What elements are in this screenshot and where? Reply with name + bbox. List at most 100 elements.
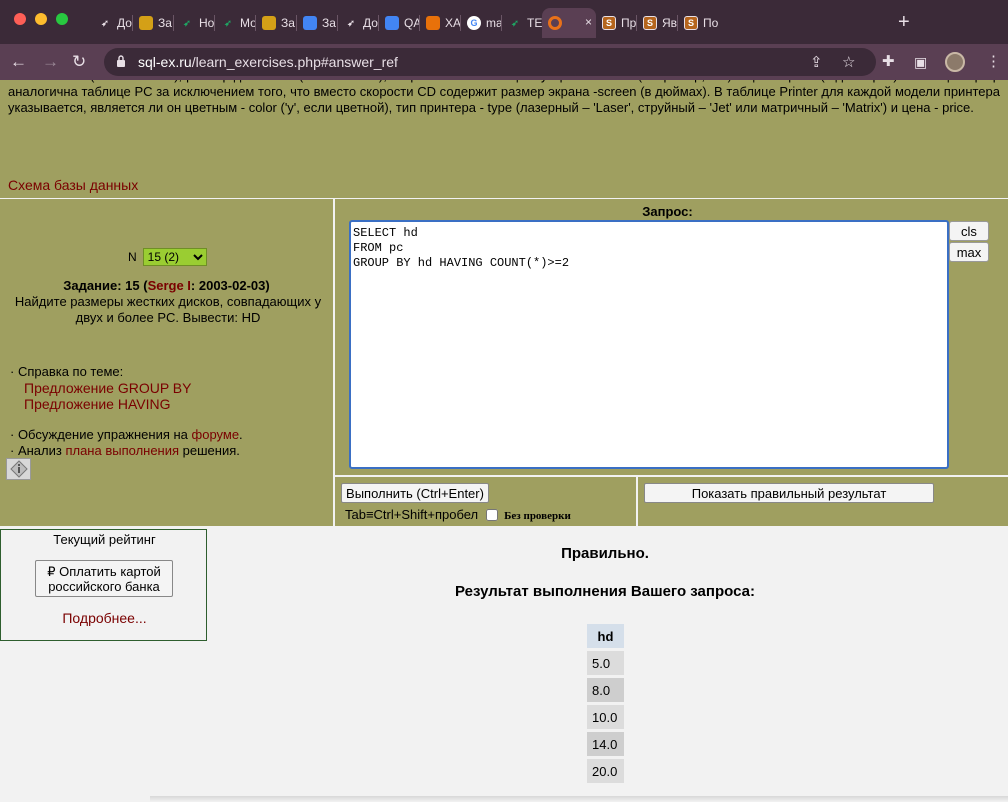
no-check-checkbox[interactable] [486, 508, 499, 521]
clear-button[interactable]: cls [949, 221, 989, 241]
browser-tab-label: За [158, 16, 172, 30]
result-table: hd 5.0 8.0 10.0 14.0 20.0 [587, 621, 624, 786]
close-window-button[interactable] [14, 13, 26, 25]
plan-prefix: · Анализ [10, 443, 66, 458]
browser-tab[interactable]: За [256, 8, 296, 38]
show-correct-result-button[interactable]: Показать правильный результат [644, 483, 934, 503]
browser-tab[interactable]: ➶ До [92, 8, 132, 38]
url-text: sql-ex.ru/learn_exercises.php#answer_ref [138, 54, 398, 70]
execute-panel: Выполнить (Ctrl+Enter) Tab≡Ctrl+Shift+пр… [335, 477, 636, 526]
browser-tab[interactable]: S По [678, 8, 718, 38]
browser-tab-bar: ➶ До За ➶ Но ➶ Мо За За ➶ До QA ХА Gma ➶ ТЕ × S Пр S Яв S По + [0, 0, 1008, 44]
browser-tab[interactable]: × [542, 8, 596, 38]
task-title-prefix: Задание: 15 ( [63, 278, 148, 293]
browser-tab[interactable]: ➶ Но [174, 8, 214, 38]
maximize-editor-button[interactable]: max [949, 242, 989, 262]
bookmark-star-icon[interactable]: ☆ [842, 53, 855, 71]
database-description: памяти - ram (в мегабайтах), размер диск… [8, 80, 1000, 115]
exercise-number-select[interactable]: 15 (2) [142, 248, 207, 266]
google-icon: G [467, 16, 481, 30]
lock-icon [117, 55, 125, 67]
classroom-icon [139, 16, 153, 30]
help-link-group-by[interactable]: Предложение GROUP BY [10, 380, 191, 396]
browser-tab-label: Пр [621, 16, 636, 30]
browser-tab-label: ХА [445, 16, 460, 30]
browser-tab[interactable]: За [133, 8, 173, 38]
browser-tab-label: ma [486, 16, 501, 30]
table-cell: 14.0 [587, 732, 624, 756]
browser-tab[interactable]: За [297, 8, 337, 38]
schema-link[interactable]: Схема базы данных [8, 177, 138, 193]
task-description-panel: памяти - ram (в мегабайтах), размер диск… [0, 80, 1008, 198]
tab-strip: ➶ До За ➶ Но ➶ Мо За За ➶ До QA ХА Gma ➶ ТЕ × S Пр S Яв S По [92, 8, 718, 38]
close-tab-icon[interactable]: × [585, 15, 592, 29]
minimize-window-button[interactable] [35, 13, 47, 25]
browser-tab[interactable]: ХА [420, 8, 460, 38]
table-cell: 10.0 [587, 705, 624, 729]
maximize-window-button[interactable] [56, 13, 68, 25]
back-icon[interactable]: ← [10, 52, 27, 72]
plan-line: · Анализ плана выполнения решения. [10, 443, 243, 459]
exercise-selector: N 15 (2) [128, 248, 207, 266]
sidebar-icon[interactable]: ▣ [914, 52, 927, 72]
browser-tab-label: За [322, 16, 336, 30]
sql-query-editor[interactable] [349, 220, 949, 469]
target-icon [548, 16, 562, 30]
browser-tab-label: До [117, 16, 132, 30]
forum-suffix: . [239, 427, 243, 442]
browser-tab[interactable]: QA [379, 8, 419, 38]
feather-icon: ➶ [101, 17, 109, 28]
drive-icon [385, 16, 399, 30]
browser-tab[interactable]: ➶ ТЕ [502, 8, 542, 38]
drive-icon [303, 16, 317, 30]
no-check-label: Без проверки [504, 510, 571, 522]
browser-tab-label: Но [199, 16, 214, 30]
browser-tab[interactable]: S Яв [637, 8, 677, 38]
forum-link[interactable]: форуме [192, 427, 240, 442]
task-author-link[interactable]: Serge I [148, 278, 191, 293]
reload-icon[interactable]: ↻ [72, 52, 86, 72]
table-row: 8.0 [587, 678, 624, 702]
plan-suffix: решения. [179, 443, 240, 458]
task-panel: N 15 (2) Задание: 15 (Serge I: 2003-02-0… [0, 199, 333, 526]
new-tab-button[interactable]: + [898, 12, 910, 32]
help-label: · Справка по теме: [10, 364, 124, 379]
browser-tab[interactable]: ➶ До [338, 8, 378, 38]
diamond-icon [426, 16, 440, 30]
plan-link[interactable]: плана выполнения [65, 443, 179, 458]
task-title-suffix: : 2003-02-03) [190, 278, 270, 293]
result-title: Результат выполнения Вашего запроса: [455, 583, 755, 600]
s-icon: S [643, 16, 657, 30]
browser-tab[interactable]: ➶ Мо [215, 8, 255, 38]
query-label: Запрос: [642, 204, 693, 219]
menu-kebab-icon[interactable]: ⋮ [986, 52, 1001, 72]
s-icon: S [684, 16, 698, 30]
query-panel: Запрос: cls max [335, 199, 1008, 475]
profile-avatar[interactable] [945, 52, 965, 72]
result-column-header: hd [587, 624, 624, 648]
classroom-icon [262, 16, 276, 30]
forum-line: · Обсуждение упражнения на форуме. [10, 427, 243, 443]
table-row: 5.0 [587, 651, 624, 675]
info-button[interactable] [6, 458, 31, 480]
feather-icon: ➶ [511, 17, 519, 28]
table-cell: 8.0 [587, 678, 624, 702]
forum-prefix: · Обсуждение упражнения на [10, 427, 192, 442]
task-text: Найдите размеры жестких дисков, совпадаю… [14, 294, 322, 325]
browser-toolbar: ← → ↻ sql-ex.ru/learn_exercises.php#answ… [0, 44, 1008, 80]
share-icon[interactable]: ⇪ [810, 53, 823, 71]
execute-button[interactable]: Выполнить (Ctrl+Enter) [341, 483, 489, 503]
browser-tab[interactable]: S Пр [596, 8, 636, 38]
browser-tab-label: QA [404, 16, 419, 30]
browser-tab-label: До [363, 16, 378, 30]
browser-tab-label: ТЕ [527, 16, 542, 30]
extensions-icon[interactable]: ✚ [882, 52, 895, 72]
address-bar[interactable]: sql-ex.ru/learn_exercises.php#answer_ref… [104, 48, 876, 76]
forward-icon[interactable]: → [42, 52, 59, 72]
help-link-having[interactable]: Предложение HAVING [10, 396, 191, 412]
more-details-link[interactable]: Подробнее... [1, 610, 208, 626]
page-content: памяти - ram (в мегабайтах), размер диск… [0, 80, 1008, 802]
table-row: 14.0 [587, 732, 624, 756]
browser-tab[interactable]: Gma [461, 8, 501, 38]
table-cell: 5.0 [587, 651, 624, 675]
